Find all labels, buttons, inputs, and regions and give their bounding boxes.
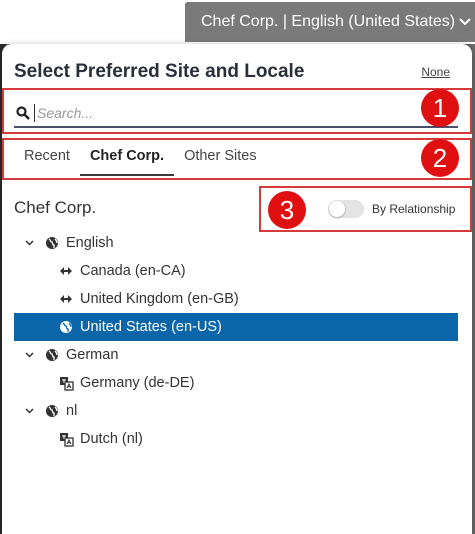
tree-item-label: United Kingdom (en-GB) — [80, 291, 239, 307]
globe-icon — [44, 403, 60, 419]
tab-recent[interactable]: Recent — [14, 140, 80, 176]
tree-item-english[interactable]: English — [14, 229, 458, 257]
chevron-down-icon[interactable] — [22, 408, 36, 414]
tab-chef-corp[interactable]: Chef Corp. — [79, 140, 175, 176]
by-relationship-label: By Relationship — [372, 202, 456, 216]
site-locale-dropdown-label: Chef Corp. | English (United States) — [201, 13, 456, 30]
relationship-toggle-group: By Relationship — [328, 200, 455, 218]
translate-icon — [58, 431, 74, 447]
search-field[interactable] — [14, 100, 458, 128]
by-relationship-toggle[interactable] — [328, 200, 364, 218]
callout-badge-3: 3 — [268, 191, 306, 229]
globe-icon — [58, 319, 74, 335]
globe-icon — [44, 347, 60, 363]
chevron-down-icon[interactable] — [22, 352, 36, 358]
tree-item-label: Germany (de-DE) — [80, 375, 195, 391]
search-input[interactable] — [34, 104, 458, 122]
none-link[interactable]: None — [421, 65, 450, 79]
panel-title: Select Preferred Site and Locale — [14, 61, 305, 82]
section-title: Chef Corp. — [14, 198, 97, 217]
tree-item-german[interactable]: German — [14, 341, 458, 369]
translate-icon — [58, 375, 74, 391]
tree-item-nl[interactable]: nl — [14, 397, 458, 425]
site-locale-dropdown[interactable]: Chef Corp. | English (United States) — [185, 2, 475, 42]
chevron-down-icon[interactable] — [22, 240, 36, 246]
chevron-down-icon — [455, 17, 475, 27]
toggle-knob — [329, 201, 345, 217]
tab-bar: Recent Chef Corp. Other Sites — [14, 140, 267, 176]
tree-item-label: United States (en-US) — [80, 319, 222, 335]
globe-icon — [44, 235, 60, 251]
callout-badge-1: 1 — [421, 89, 459, 127]
tree-item-label: nl — [66, 403, 78, 419]
tab-other-sites[interactable]: Other Sites — [174, 140, 267, 176]
tree-item-united-kingdom[interactable]: United Kingdom (en-GB) — [14, 285, 458, 313]
tree-item-united-states[interactable]: United States (en-US) — [14, 313, 458, 341]
panel-header: Select Preferred Site and Locale None — [14, 54, 460, 90]
tree-item-dutch[interactable]: Dutch (nl) — [14, 425, 458, 453]
tree-item-label: German — [66, 347, 119, 363]
arrows-icon — [58, 263, 74, 279]
search-icon — [16, 106, 30, 120]
arrows-icon — [58, 291, 74, 307]
tree-item-canada[interactable]: Canada (en-CA) — [14, 257, 458, 285]
callout-badge-2: 2 — [421, 139, 459, 177]
tree-item-germany[interactable]: Germany (de-DE) — [14, 369, 458, 397]
tree-item-label: Dutch (nl) — [80, 431, 143, 447]
tree-item-label: Canada (en-CA) — [80, 263, 186, 279]
tree-item-label: English — [66, 235, 114, 251]
